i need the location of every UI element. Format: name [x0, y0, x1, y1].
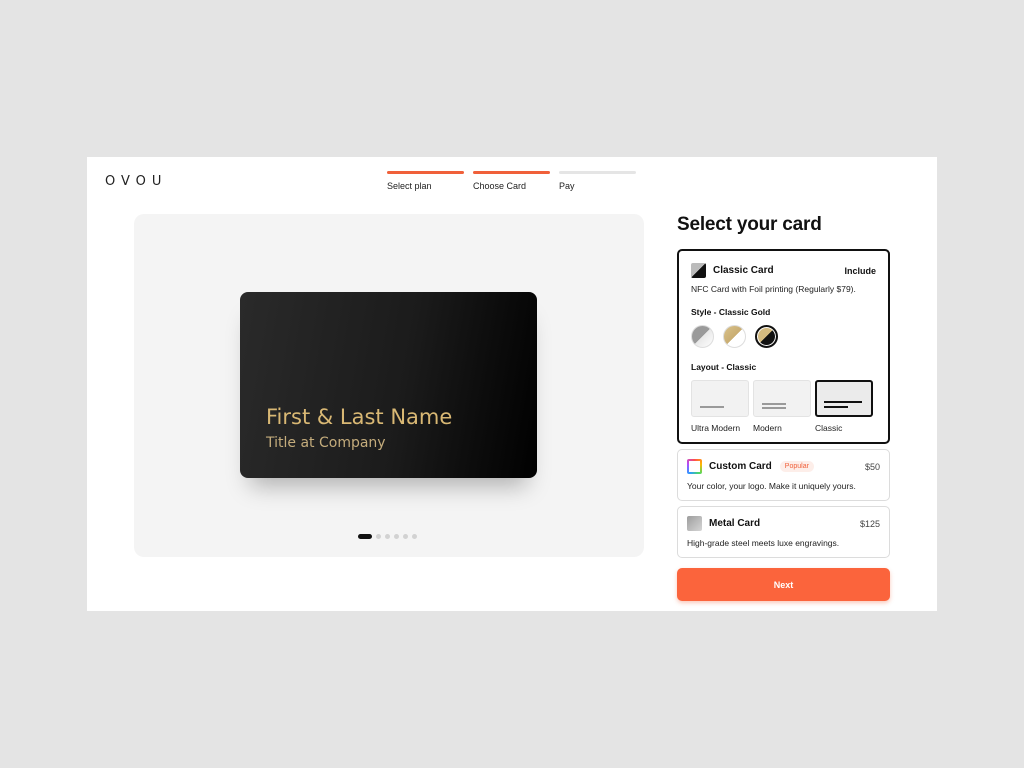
layout-name: Modern	[753, 423, 782, 433]
step-bar	[559, 171, 636, 174]
layout-label: Layout - Classic	[691, 362, 757, 372]
next-button[interactable]: Next	[677, 568, 890, 601]
card-selection-panel: Select your card Classic Card Include NF…	[677, 214, 891, 558]
option-description: NFC Card with Foil printing (Regularly $…	[691, 284, 856, 294]
carousel-dots	[358, 534, 417, 539]
popular-badge: Popular	[779, 461, 814, 472]
swatch-gold[interactable]	[723, 325, 746, 348]
step-bar	[473, 171, 550, 174]
card-name-text: First & Last Name	[266, 405, 453, 429]
style-label: Style - Classic Gold	[691, 307, 771, 317]
metal-card-icon	[687, 516, 702, 531]
layout-modern[interactable]: Modern	[753, 380, 811, 433]
rainbow-card-icon	[687, 459, 702, 474]
option-description: High-grade steel meets luxe engravings.	[687, 538, 840, 548]
card-preview: First & Last Name Title at Company	[134, 214, 644, 557]
step-select-plan[interactable]: Select plan	[387, 171, 464, 191]
carousel-dot-2[interactable]	[376, 534, 381, 539]
option-name: Classic Card	[713, 265, 774, 276]
layout-thumbnail	[691, 380, 749, 417]
style-swatches	[691, 325, 876, 348]
swatch-classic-gold[interactable]	[755, 325, 778, 348]
option-price: $125	[859, 518, 880, 529]
layout-thumbnail	[815, 380, 873, 417]
carousel-dot-5[interactable]	[403, 534, 408, 539]
card-title-text: Title at Company	[266, 435, 386, 451]
carousel-dot-3[interactable]	[385, 534, 390, 539]
ovou-logo[interactable]: OVOU	[105, 174, 167, 189]
option-name: Custom Card	[709, 461, 772, 472]
layout-ultra-modern[interactable]: Ultra Modern	[691, 380, 749, 433]
progress-steps: Select plan Choose Card Pay	[387, 171, 636, 191]
checkout-frame: OVOU Select plan Choose Card Pay First &…	[87, 157, 937, 611]
option-description: Your color, your logo. Make it uniquely …	[687, 481, 856, 491]
layout-name: Ultra Modern	[691, 423, 741, 433]
layout-name: Classic	[815, 423, 843, 433]
step-pay[interactable]: Pay	[559, 171, 636, 191]
step-label: Select plan	[387, 181, 432, 191]
layout-options: Ultra Modern Modern Classic	[691, 380, 876, 433]
option-name: Metal Card	[709, 518, 761, 529]
step-choose-card[interactable]: Choose Card	[473, 171, 550, 191]
panel-title: Select your card	[677, 214, 822, 235]
option-metal-card[interactable]: Metal Card $125 High-grade steel meets l…	[677, 506, 890, 558]
step-bar	[387, 171, 464, 174]
swatch-silver[interactable]	[691, 325, 714, 348]
carousel-dot-6[interactable]	[412, 534, 417, 539]
nfc-card-image: First & Last Name Title at Company	[240, 292, 537, 478]
classic-card-icon	[691, 263, 706, 278]
step-label: Choose Card	[473, 181, 527, 191]
layout-thumbnail	[753, 380, 811, 417]
carousel-dot-1[interactable]	[358, 534, 372, 539]
layout-classic[interactable]: Classic	[815, 380, 873, 433]
option-custom-card[interactable]: Custom Card Popular $50 Your color, your…	[677, 449, 890, 501]
option-price: Include	[844, 265, 876, 276]
carousel-dot-4[interactable]	[394, 534, 399, 539]
option-price: $50	[864, 461, 880, 472]
option-classic-card[interactable]: Classic Card Include NFC Card with Foil …	[677, 249, 890, 444]
step-label: Pay	[559, 181, 575, 191]
